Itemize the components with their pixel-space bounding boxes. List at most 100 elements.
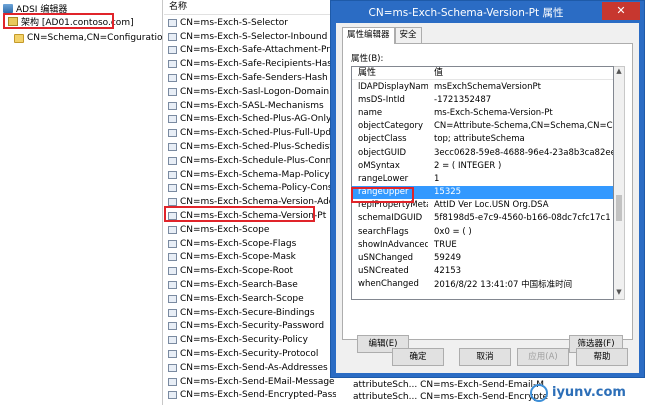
folder-icon [14, 33, 24, 43]
list-item-label: CN=ms-Exch-Scope-Mask [180, 252, 296, 263]
list-item[interactable]: CN=ms-Exch-Security-Protocol [164, 347, 336, 361]
list-item[interactable]: CN=ms-Exch-S-Selector [164, 16, 336, 30]
attribute-object-icon [168, 32, 177, 41]
list-item[interactable]: CN=ms-Exch-Sched-Plus-Full-Update [164, 126, 336, 140]
attribute-name: msDS-IntId [358, 94, 405, 105]
attribute-row[interactable]: showInAdvanced... TRUE [352, 238, 613, 251]
attribute-object-icon [168, 225, 177, 234]
tab-attribute-editor[interactable]: 属性编辑器 [342, 27, 395, 44]
scroll-down-icon[interactable]: ▼ [614, 288, 624, 299]
list-item-label: CN=ms-Exch-Safe-Attachment-Protectio [180, 45, 336, 56]
tree-node-schema-container-label: CN=Schema,CN=Configuration,DC= [27, 33, 163, 43]
attribute-name: showInAdvanced... [358, 239, 428, 250]
list-item-label: CN=ms-Exch-Sasl-Logon-Domain [180, 86, 330, 97]
list-item[interactable]: CN=ms-Exch-Schedule-Plus-Connector [164, 154, 336, 168]
list-item[interactable]: CN=ms-Exch-Safe-Recipients-Hash [164, 57, 336, 71]
scroll-up-icon[interactable]: ▲ [614, 67, 624, 78]
attribute-row[interactable]: oMSyntax 2 = ( INTEGER ) [352, 159, 613, 172]
attribute-object-icon [168, 308, 177, 317]
list-item-label: CN=ms-Exch-Secure-Bindings [180, 307, 315, 318]
cancel-button[interactable]: 取消 [459, 348, 511, 366]
attribute-row[interactable]: name ms-Exch-Schema-Version-Pt [352, 106, 613, 119]
grid-scrollbar[interactable]: ▲ ▼ [614, 66, 625, 300]
object-list[interactable]: 名称 CN=ms-Exch-S-Selector CN=ms-Exch-S-Sel… [164, 0, 336, 405]
attribute-row[interactable]: uSNCreated 42153 [352, 265, 613, 278]
column-header-attribute[interactable]: 属性 [352, 67, 428, 79]
list-item[interactable]: CN=ms-Exch-Search-Scope [164, 292, 336, 306]
list-item[interactable]: CN=ms-Exch-SASL-Mechanisms [164, 99, 336, 113]
list-item[interactable]: CN=ms-Exch-Security-Password [164, 320, 336, 334]
list-item-label: CN=ms-Exch-Send-EMail-Message [180, 376, 335, 387]
list-item[interactable]: CN=ms-Exch-Secure-Bindings [164, 306, 336, 320]
dialog-tabs: 属性编辑器 安全 [342, 27, 422, 44]
attribute-row[interactable]: objectCategory CN=Attribute-Schema,CN=Sch… [352, 120, 613, 133]
list-header-name[interactable]: 名称 [164, 0, 336, 15]
attribute-row[interactable]: lDAPDisplayName msExchSchemaVersionPt [352, 80, 613, 93]
attribute-object-icon [168, 322, 177, 331]
list-item[interactable]: CN=ms-Exch-Schema-Map-Policy [164, 168, 336, 182]
tree-node-schema-container[interactable]: CN=Schema,CN=Configuration,DC= [14, 32, 163, 44]
attribute-row[interactable]: searchFlags 0x0 = ( ) [352, 225, 613, 238]
attribute-name: schemaIDGUID [358, 213, 423, 224]
attribute-value: 0x0 = ( ) [434, 226, 472, 237]
list-item-label: CN=ms-Exch-Sched-Plus-Full-Update [180, 128, 336, 139]
attribute-row[interactable]: objectClass top; attributeSchema [352, 133, 613, 146]
list-item-label: CN=ms-Exch-Security-Password [180, 321, 325, 332]
attribute-row[interactable]: objectGUID 3ecc0628-59e8-4688-96e4-23a8b3… [352, 146, 613, 159]
dialog-titlebar[interactable]: CN=ms-Exch-Schema-Version-Pt 属性 ✕ [331, 1, 644, 23]
list-item-label: CN=ms-Exch-S-Selector [180, 17, 288, 28]
list-item-label: CN=ms-Exch-SASL-Mechanisms [180, 100, 324, 111]
attribute-object-icon [168, 18, 177, 27]
list-item-label: CN=ms-Exch-Search-Scope [180, 293, 304, 304]
help-button[interactable]: 帮助 [576, 348, 628, 366]
attribute-row[interactable]: schemaIDGUID 5f8198d5-e7c9-4560-b166-08dc… [352, 212, 613, 225]
watermark-text: iyunv.com [552, 385, 626, 400]
list-item-label: CN=ms-Exch-S-Selector-Inbound [180, 31, 328, 42]
list-item-label: CN=ms-Exch-Scope [180, 224, 270, 235]
list-item[interactable]: CN=ms-Exch-Safe-Senders-Hash [164, 71, 336, 85]
attribute-object-icon [168, 294, 177, 303]
list-item[interactable]: CN=ms-Exch-Security-Policy [164, 333, 336, 347]
attributes-grid[interactable]: 属性 值 lDAPDisplayName msExchSchemaVersionP… [351, 66, 614, 300]
list-item[interactable]: CN=ms-Exch-Send-Encrypted-Password [164, 389, 336, 403]
attribute-row[interactable]: msDS-IntId -1721352487 [352, 93, 613, 106]
list-item[interactable]: CN=ms-Exch-Schema-Policy-Consumers [164, 182, 336, 196]
column-header-value[interactable]: 值 [428, 67, 613, 79]
list-item-label: CN=ms-Exch-Scope-Root [180, 266, 294, 277]
attribute-value: 5f8198d5-e7c9-4560-b166-08dc7cfc17c1 [434, 213, 611, 224]
attribute-object-icon [168, 336, 177, 345]
attribute-row[interactable]: rangeLower 1 [352, 172, 613, 185]
attribute-object-icon [168, 115, 177, 124]
list-item[interactable]: CN=ms-Exch-Scope [164, 223, 336, 237]
close-button[interactable]: ✕ [602, 2, 640, 20]
dialog-title: CN=ms-Exch-Schema-Version-Pt 属性 [368, 7, 564, 19]
scroll-thumb[interactable] [616, 195, 622, 221]
attribute-row[interactable]: whenChanged 2016/8/22 13:41:07 中国标准时间 [352, 278, 613, 291]
list-item[interactable]: CN=ms-Exch-Scope-Flags [164, 237, 336, 251]
tree-pane[interactable]: ADSI 编辑器 架构 [AD01.contoso.com] CN=Schema… [0, 0, 163, 405]
watermark-logo-icon [530, 383, 548, 402]
attribute-value: top; attributeSchema [434, 134, 525, 145]
list-item[interactable]: CN=ms-Exch-Sched-Plus-AG-Only [164, 113, 336, 127]
list-item-label: CN=ms-Exch-Sched-Plus-Schedist [180, 142, 333, 153]
list-item[interactable]: CN=ms-Exch-Safe-Attachment-Protectio [164, 44, 336, 58]
list-item[interactable]: CN=ms-Exch-Sasl-Logon-Domain [164, 85, 336, 99]
ok-button[interactable]: 确定 [392, 348, 444, 366]
list-item[interactable]: CN=ms-Exch-Send-As-Addresses [164, 361, 336, 375]
list-item[interactable]: CN=ms-Exch-Send-EMail-Message [164, 375, 336, 389]
list-item[interactable]: CN=ms-Exch-S-Selector-Inbound [164, 30, 336, 44]
attribute-object-icon [168, 363, 177, 372]
watermark: iyunv.com [530, 380, 640, 405]
grid-rows: lDAPDisplayName msExchSchemaVersionPt msDS… [352, 80, 613, 291]
list-item[interactable]: CN=ms-Exch-Sched-Plus-Schedist [164, 140, 336, 154]
list-item[interactable]: CN=ms-Exch-Search-Base [164, 278, 336, 292]
list-item[interactable]: CN=ms-Exch-Scope-Mask [164, 251, 336, 265]
attribute-object-icon [168, 391, 177, 400]
attribute-object-icon [168, 129, 177, 138]
tab-security[interactable]: 安全 [394, 27, 422, 43]
apply-button[interactable]: 应用(A) [517, 348, 569, 366]
attribute-object-icon [168, 87, 177, 96]
list-item[interactable]: CN=ms-Exch-Scope-Root [164, 264, 336, 278]
attribute-row[interactable]: uSNChanged 59249 [352, 251, 613, 264]
list-item-label: CN=ms-Exch-Schedule-Plus-Connector [180, 155, 336, 166]
